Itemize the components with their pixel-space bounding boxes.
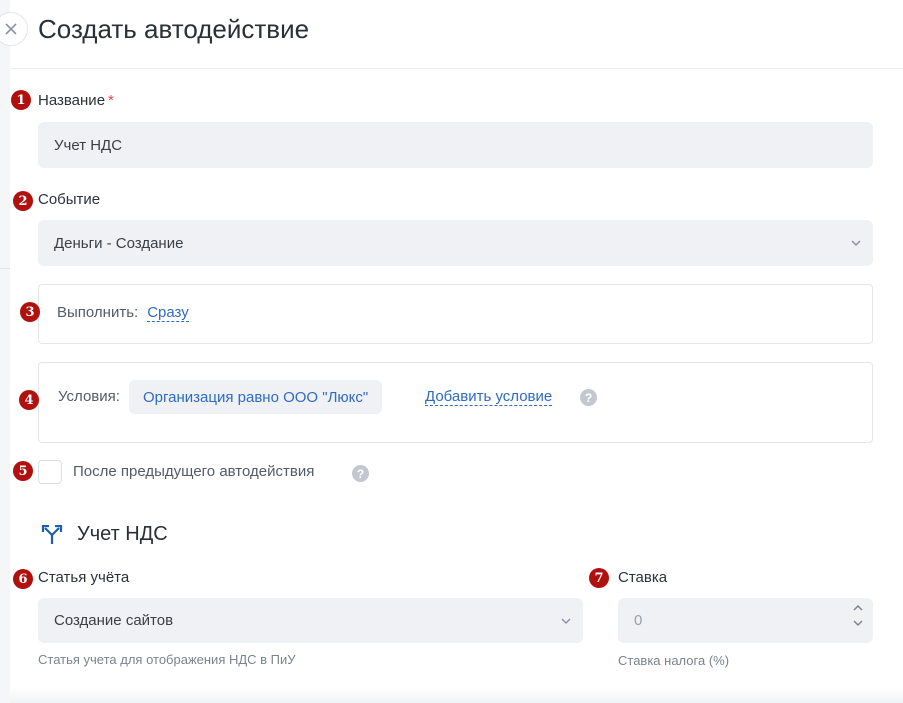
name-input[interactable]: Учет НДС <box>38 122 873 168</box>
chevron-down-icon <box>549 614 583 628</box>
chevron-down-icon <box>839 236 873 250</box>
after-previous-label: После предыдущего автодействия <box>73 463 315 480</box>
event-select[interactable]: Деньги - Создание <box>38 220 873 266</box>
chevron-up-icon[interactable] <box>853 604 863 611</box>
marker-badge-5: 5 <box>13 461 33 481</box>
marker-badge-7: 7 <box>589 568 609 588</box>
marker-badge-1: 1 <box>11 90 31 110</box>
number-stepper[interactable] <box>851 604 865 627</box>
rate-input-placeholder: 0 <box>634 612 643 629</box>
account-item-hint: Статья учета для отображения НДС в ПиУ <box>38 652 296 667</box>
chevron-down-icon[interactable] <box>853 620 863 627</box>
marker-badge-2: 2 <box>13 191 33 211</box>
event-label: Событие <box>38 191 101 208</box>
name-label: Название * <box>38 92 114 109</box>
section-title: Учет НДС <box>77 523 168 545</box>
name-input-value: Учет НДС <box>54 136 123 154</box>
help-icon[interactable]: ? <box>580 389 597 406</box>
add-condition-link[interactable]: Добавить условие <box>425 388 553 406</box>
required-mark: * <box>108 92 114 109</box>
name-label-text: Название <box>38 92 106 109</box>
conditions-label: Условия: <box>58 388 120 405</box>
execute-label: Выполнить: <box>57 304 139 321</box>
marker-badge-6: 6 <box>13 569 33 589</box>
background-edge-divider <box>0 268 10 269</box>
marker-badge-4: 4 <box>19 390 39 410</box>
rate-hint: Ставка налога (%) <box>618 653 730 668</box>
account-item-label: Статья учёта <box>38 569 130 586</box>
condition-chip[interactable]: Организация равно ООО "Люкс" <box>129 380 383 414</box>
automation-create-panel: Создать автодействие 1 Название * Учет НД… <box>0 0 903 703</box>
event-select-value: Деньги - Создание <box>54 234 184 252</box>
rate-label: Ставка <box>618 569 668 586</box>
account-item-value: Создание сайтов <box>54 612 174 629</box>
help-icon[interactable]: ? <box>352 465 369 482</box>
page-title: Создать автодействие <box>38 14 310 44</box>
background-edge <box>0 0 10 703</box>
fork-arrows-icon <box>41 524 63 550</box>
execute-timing-link[interactable]: Сразу <box>147 304 189 322</box>
close-glyph <box>5 23 17 35</box>
after-previous-checkbox[interactable] <box>38 460 62 484</box>
execute-row: Выполнить: Сразу <box>57 304 189 322</box>
rate-input[interactable]: 0 <box>618 598 873 643</box>
account-item-select[interactable]: Создание сайтов <box>38 598 583 643</box>
header-divider <box>10 68 903 69</box>
marker-badge-3: 3 <box>20 302 40 322</box>
footer-shadow <box>10 688 903 703</box>
close-icon[interactable] <box>0 12 28 46</box>
